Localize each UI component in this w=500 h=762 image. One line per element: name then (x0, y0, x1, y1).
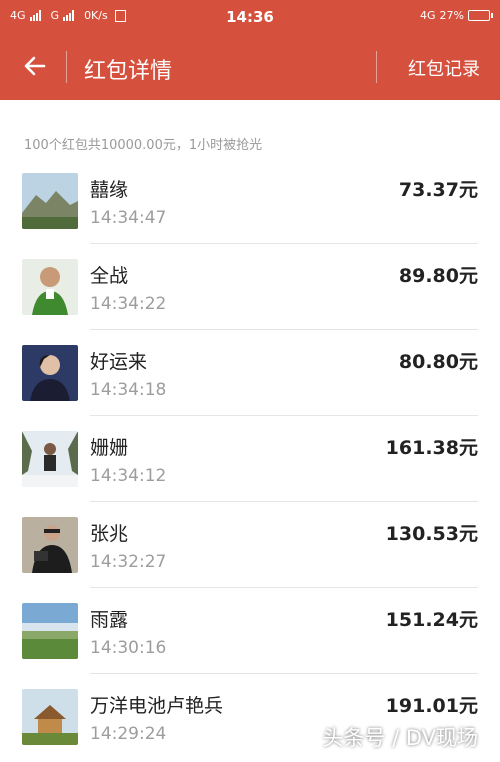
recipient-name: 张兆 (90, 523, 129, 545)
list-item[interactable]: 好运来 14:34:18 80.80元 (0, 330, 500, 416)
grab-time: 14:34:22 (90, 294, 167, 314)
battery-icon (468, 10, 493, 21)
amount: 151.24元 (385, 609, 478, 631)
summary-text: 100个红包共10000.00元，1小时被抢光 (24, 138, 263, 153)
avatar (22, 431, 78, 487)
amount: 130.53元 (385, 523, 478, 545)
page-title: 红包详情 (84, 59, 173, 84)
back-button[interactable] (20, 51, 50, 81)
grab-time: 14:32:27 (90, 552, 167, 572)
recipient-list: 囍缘 14:34:47 73.37元 全战 14:34:22 89.80元 好运… (0, 158, 500, 760)
avatar (22, 689, 78, 745)
grab-time: 14:34:47 (90, 208, 167, 228)
avatar (22, 603, 78, 659)
grab-time: 14:34:12 (90, 466, 167, 486)
recipient-name: 雨露 (90, 609, 129, 631)
amount: 73.37元 (398, 179, 478, 201)
watermark: 头条号 / DV现场 (322, 726, 478, 750)
title-bar: 红包详情 红包记录 (0, 34, 500, 100)
header-divider-right (376, 51, 377, 83)
amount: 161.38元 (385, 437, 478, 459)
network-type-3: 4G (420, 9, 436, 22)
list-item[interactable]: 雨露 14:30:16 151.24元 (0, 588, 500, 674)
avatar (22, 517, 78, 573)
amount: 80.80元 (398, 351, 478, 373)
header-divider (66, 51, 67, 83)
list-item[interactable]: 张兆 14:32:27 130.53元 (0, 502, 500, 588)
list-item[interactable]: 囍缘 14:34:47 73.37元 (0, 158, 500, 244)
recipient-name: 好运来 (90, 351, 148, 373)
status-bar: 4G G 0K/s 14:36 4G 27% (0, 0, 500, 34)
list-item[interactable]: 全战 14:34:22 89.80元 (0, 244, 500, 330)
avatar (22, 345, 78, 401)
recipient-name: 囍缘 (90, 179, 129, 201)
battery-percent: 27% (439, 9, 464, 22)
status-right: 4G 27% (420, 9, 493, 22)
grab-time: 14:29:24 (90, 724, 167, 744)
amount: 191.01元 (385, 695, 478, 717)
record-button[interactable]: 红包记录 (408, 55, 480, 81)
arrow-left-icon (24, 56, 46, 76)
recipient-name: 全战 (90, 265, 129, 287)
grab-time: 14:34:18 (90, 380, 167, 400)
grab-time: 14:30:16 (90, 638, 167, 658)
avatar (22, 259, 78, 315)
recipient-name: 姗姗 (90, 437, 129, 459)
amount: 89.80元 (398, 265, 478, 287)
avatar (22, 173, 78, 229)
recipient-name: 万洋电池卢艳兵 (90, 695, 224, 717)
list-item[interactable]: 姗姗 14:34:12 161.38元 (0, 416, 500, 502)
